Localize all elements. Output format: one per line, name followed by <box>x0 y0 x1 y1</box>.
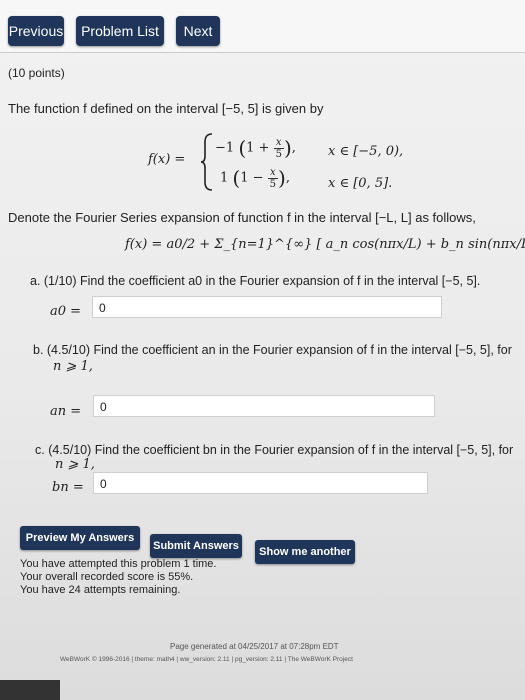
bn-label: bn = <box>52 480 84 495</box>
webwork-page: Previous Problem List Next (10 points) T… <box>0 0 525 700</box>
piece1-expression: −1 (1 + x 5), <box>215 136 296 160</box>
a0-answer-input[interactable]: 0 <box>92 296 442 318</box>
navigation-bar: Previous Problem List Next <box>0 0 525 53</box>
previous-button[interactable]: Previous <box>8 16 64 46</box>
show-another-button[interactable]: Show me another <box>255 540 355 564</box>
part-c-condition: n ⩾ 1, <box>55 457 95 472</box>
piecewise-brace <box>200 133 213 191</box>
fx-lhs: f(x) = <box>148 152 186 167</box>
problem-intro: The function f defined on the interval [… <box>8 101 324 116</box>
problem-list-button[interactable]: Problem List <box>76 16 164 46</box>
a0-label: a0 = <box>50 304 82 319</box>
dark-corner <box>0 680 60 700</box>
piece2-expression: 1 (1 − x 5), <box>220 166 290 190</box>
piece1-coefficient: −1 <box>215 140 235 156</box>
copyright-footer: WeBWorK © 1996-2016 | theme: math4 | ww_… <box>60 656 353 663</box>
an-answer-input[interactable]: 0 <box>93 395 435 417</box>
attempts-count-text: You have attempted this problem 1 time. <box>20 558 217 570</box>
part-b-condition: n ⩾ 1, <box>53 359 93 374</box>
fourier-series-formula: f(x) = a0/2 + Σ_{n=1}^{∞} [ a_n cos(nπx/… <box>125 237 525 252</box>
piece2-domain: x ∈ [0, 5]. <box>328 176 393 191</box>
bn-answer-input[interactable]: 0 <box>93 472 428 494</box>
an-label: an = <box>50 404 82 419</box>
points-label: (10 points) <box>8 66 65 80</box>
piece1-domain: x ∈ [−5, 0), <box>328 144 404 159</box>
denote-text: Denote the Fourier Series expansion of f… <box>8 210 476 225</box>
submit-answers-button[interactable]: Submit Answers <box>150 534 242 558</box>
score-text: Your overall recorded score is 55%. <box>20 571 194 583</box>
page-generated-text: Page generated at 04/25/2017 at 07:28pm … <box>170 642 339 651</box>
part-c-text: c. (4.5/10) Find the coefficient bn in t… <box>35 443 514 457</box>
part-b-text: b. (4.5/10) Find the coefficient an in t… <box>33 343 512 357</box>
preview-answers-button[interactable]: Preview My Answers <box>20 526 140 550</box>
piece2-coefficient: 1 <box>220 170 229 186</box>
problem-body: (10 points) The function f defined on th… <box>0 52 525 700</box>
part-a-text: a. (1/10) Find the coefficient a0 in the… <box>30 274 481 288</box>
next-button[interactable]: Next <box>176 16 220 46</box>
attempts-remaining-text: You have 24 attempts remaining. <box>20 584 181 596</box>
